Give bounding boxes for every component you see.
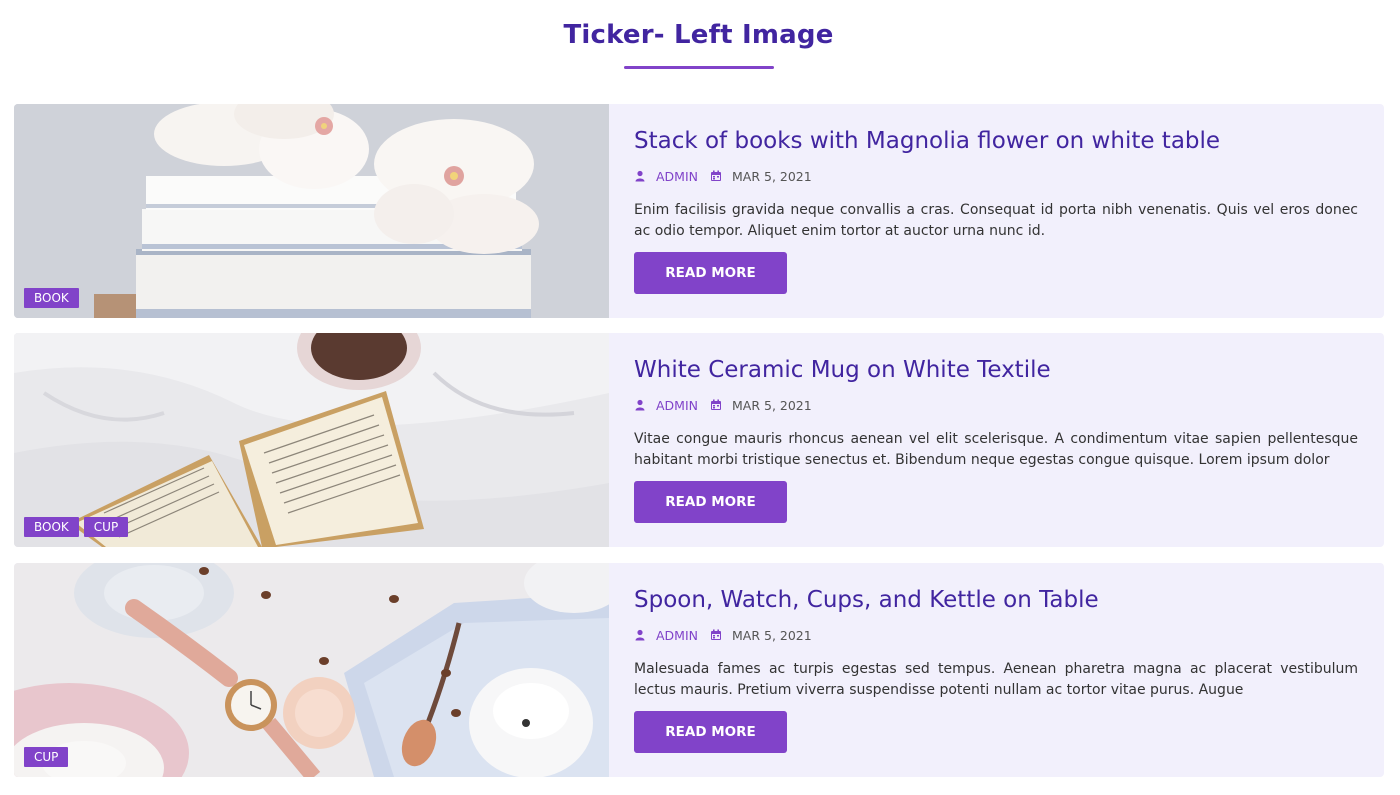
tag-book[interactable]: BOOK [24,288,79,308]
calendar-icon [710,170,722,182]
post-meta: ADMIN MAR 5, 2021 [634,396,1358,414]
post-meta: ADMIN MAR 5, 2021 [634,167,1358,185]
post-content: Spoon, Watch, Cups, and Kettle on Table … [634,563,1358,753]
post-date: MAR 5, 2021 [732,397,812,413]
post-excerpt: Malesuada fames ac turpis egestas sed te… [634,661,1358,698]
post-excerpt: Enim facilisis gravida neque convallis a… [634,202,1358,239]
calendar-icon [710,629,722,641]
post-content: Stack of books with Magnolia flower on w… [634,104,1358,294]
post-excerpt: Vitae congue mauris rhoncus aenean vel e… [634,431,1358,468]
page-title: Ticker- Left Image [563,20,834,50]
tag-list: BOOK [24,288,79,308]
post-card: BOOK CUP White Ceramic Mug on White Text… [14,333,1384,547]
post-author[interactable]: ADMIN [656,398,698,413]
post-image[interactable]: CUP [14,563,609,777]
post-date: MAR 5, 2021 [732,168,812,184]
tag-list: CUP [24,747,69,767]
calendar-icon [710,399,722,411]
post-title[interactable]: White Ceramic Mug on White Textile [634,355,1358,385]
tag-cup[interactable]: CUP [83,517,129,537]
post-content: White Ceramic Mug on White Textile ADMIN… [634,333,1358,523]
post-card: CUP Spoon, Watch, Cups, and Kettle on Ta… [14,563,1384,777]
read-more-button[interactable]: READ MORE [634,711,787,753]
post-date: MAR 5, 2021 [732,627,812,643]
post-meta: ADMIN MAR 5, 2021 [634,626,1358,644]
post-title[interactable]: Stack of books with Magnolia flower on w… [634,126,1358,156]
title-underline [624,66,774,69]
post-image[interactable]: BOOK [14,104,609,318]
tag-book[interactable]: BOOK [24,517,79,537]
tag-cup[interactable]: CUP [24,747,69,767]
user-icon [634,399,646,411]
user-icon [634,629,646,641]
tag-list: BOOK CUP [24,517,129,537]
post-author[interactable]: ADMIN [656,628,698,643]
read-more-button[interactable]: READ MORE [634,252,787,294]
post-image[interactable]: BOOK CUP [14,333,609,547]
post-card: BOOK Stack of books with Magnolia flower… [14,104,1384,318]
user-icon [634,170,646,182]
read-more-button[interactable]: READ MORE [634,481,787,523]
post-author[interactable]: ADMIN [656,169,698,184]
post-title[interactable]: Spoon, Watch, Cups, and Kettle on Table [634,585,1358,615]
